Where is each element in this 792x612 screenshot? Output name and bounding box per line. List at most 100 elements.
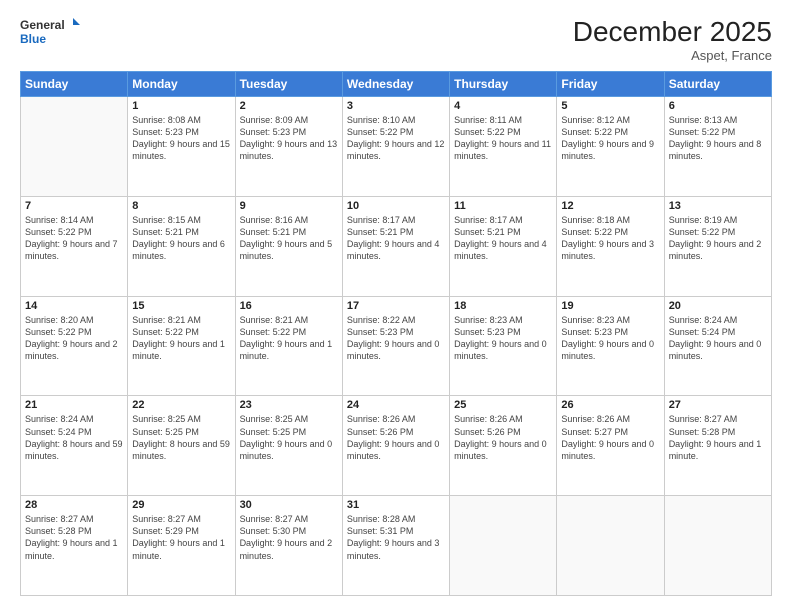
day-number: 9 — [240, 200, 338, 212]
table-row: 18 Sunrise: 8:23 AMSunset: 5:23 PMDaylig… — [450, 296, 557, 396]
logo-svg: General Blue — [20, 16, 80, 48]
day-info: Sunrise: 8:26 AMSunset: 5:26 PMDaylight:… — [347, 413, 445, 462]
day-number: 30 — [240, 499, 338, 511]
day-info: Sunrise: 8:25 AMSunset: 5:25 PMDaylight:… — [240, 413, 338, 462]
col-sunday: Sunday — [21, 72, 128, 97]
day-number: 24 — [347, 399, 445, 411]
month-title: December 2025 — [573, 16, 772, 48]
day-info: Sunrise: 8:19 AMSunset: 5:22 PMDaylight:… — [669, 214, 767, 263]
day-number: 31 — [347, 499, 445, 511]
day-info: Sunrise: 8:23 AMSunset: 5:23 PMDaylight:… — [454, 314, 552, 363]
table-row — [450, 496, 557, 596]
day-info: Sunrise: 8:28 AMSunset: 5:31 PMDaylight:… — [347, 513, 445, 562]
day-info: Sunrise: 8:27 AMSunset: 5:30 PMDaylight:… — [240, 513, 338, 562]
table-row: 19 Sunrise: 8:23 AMSunset: 5:23 PMDaylig… — [557, 296, 664, 396]
table-row — [664, 496, 771, 596]
day-number: 21 — [25, 399, 123, 411]
day-number: 8 — [132, 200, 230, 212]
day-number: 13 — [669, 200, 767, 212]
day-number: 19 — [561, 300, 659, 312]
day-number: 18 — [454, 300, 552, 312]
day-info: Sunrise: 8:22 AMSunset: 5:23 PMDaylight:… — [347, 314, 445, 363]
table-row: 5 Sunrise: 8:12 AMSunset: 5:22 PMDayligh… — [557, 97, 664, 197]
day-number: 10 — [347, 200, 445, 212]
day-number: 14 — [25, 300, 123, 312]
day-number: 17 — [347, 300, 445, 312]
table-row: 29 Sunrise: 8:27 AMSunset: 5:29 PMDaylig… — [128, 496, 235, 596]
table-row: 20 Sunrise: 8:24 AMSunset: 5:24 PMDaylig… — [664, 296, 771, 396]
table-row: 30 Sunrise: 8:27 AMSunset: 5:30 PMDaylig… — [235, 496, 342, 596]
day-number: 6 — [669, 100, 767, 112]
day-info: Sunrise: 8:24 AMSunset: 5:24 PMDaylight:… — [669, 314, 767, 363]
table-row: 12 Sunrise: 8:18 AMSunset: 5:22 PMDaylig… — [557, 196, 664, 296]
table-row — [557, 496, 664, 596]
title-block: December 2025 Aspet, France — [573, 16, 772, 63]
day-number: 23 — [240, 399, 338, 411]
calendar-row: 7 Sunrise: 8:14 AMSunset: 5:22 PMDayligh… — [21, 196, 772, 296]
day-number: 3 — [347, 100, 445, 112]
day-info: Sunrise: 8:21 AMSunset: 5:22 PMDaylight:… — [240, 314, 338, 363]
svg-text:General: General — [20, 18, 65, 32]
calendar-row: 28 Sunrise: 8:27 AMSunset: 5:28 PMDaylig… — [21, 496, 772, 596]
header: General Blue December 2025 Aspet, France — [20, 16, 772, 63]
day-info: Sunrise: 8:08 AMSunset: 5:23 PMDaylight:… — [132, 114, 230, 163]
day-number: 22 — [132, 399, 230, 411]
table-row: 24 Sunrise: 8:26 AMSunset: 5:26 PMDaylig… — [342, 396, 449, 496]
col-tuesday: Tuesday — [235, 72, 342, 97]
table-row: 13 Sunrise: 8:19 AMSunset: 5:22 PMDaylig… — [664, 196, 771, 296]
col-monday: Monday — [128, 72, 235, 97]
table-row: 4 Sunrise: 8:11 AMSunset: 5:22 PMDayligh… — [450, 97, 557, 197]
table-row: 8 Sunrise: 8:15 AMSunset: 5:21 PMDayligh… — [128, 196, 235, 296]
day-info: Sunrise: 8:16 AMSunset: 5:21 PMDaylight:… — [240, 214, 338, 263]
table-row: 17 Sunrise: 8:22 AMSunset: 5:23 PMDaylig… — [342, 296, 449, 396]
table-row: 1 Sunrise: 8:08 AMSunset: 5:23 PMDayligh… — [128, 97, 235, 197]
table-row: 16 Sunrise: 8:21 AMSunset: 5:22 PMDaylig… — [235, 296, 342, 396]
day-info: Sunrise: 8:18 AMSunset: 5:22 PMDaylight:… — [561, 214, 659, 263]
day-number: 11 — [454, 200, 552, 212]
day-number: 27 — [669, 399, 767, 411]
day-info: Sunrise: 8:10 AMSunset: 5:22 PMDaylight:… — [347, 114, 445, 163]
day-number: 20 — [669, 300, 767, 312]
table-row: 23 Sunrise: 8:25 AMSunset: 5:25 PMDaylig… — [235, 396, 342, 496]
day-info: Sunrise: 8:26 AMSunset: 5:27 PMDaylight:… — [561, 413, 659, 462]
day-number: 4 — [454, 100, 552, 112]
table-row: 25 Sunrise: 8:26 AMSunset: 5:26 PMDaylig… — [450, 396, 557, 496]
calendar-table: Sunday Monday Tuesday Wednesday Thursday… — [20, 71, 772, 596]
table-row: 26 Sunrise: 8:26 AMSunset: 5:27 PMDaylig… — [557, 396, 664, 496]
table-row: 27 Sunrise: 8:27 AMSunset: 5:28 PMDaylig… — [664, 396, 771, 496]
table-row: 9 Sunrise: 8:16 AMSunset: 5:21 PMDayligh… — [235, 196, 342, 296]
day-number: 26 — [561, 399, 659, 411]
table-row: 15 Sunrise: 8:21 AMSunset: 5:22 PMDaylig… — [128, 296, 235, 396]
day-info: Sunrise: 8:26 AMSunset: 5:26 PMDaylight:… — [454, 413, 552, 462]
table-row: 10 Sunrise: 8:17 AMSunset: 5:21 PMDaylig… — [342, 196, 449, 296]
location: Aspet, France — [573, 48, 772, 63]
calendar-row: 14 Sunrise: 8:20 AMSunset: 5:22 PMDaylig… — [21, 296, 772, 396]
day-info: Sunrise: 8:15 AMSunset: 5:21 PMDaylight:… — [132, 214, 230, 263]
table-row: 22 Sunrise: 8:25 AMSunset: 5:25 PMDaylig… — [128, 396, 235, 496]
table-row: 6 Sunrise: 8:13 AMSunset: 5:22 PMDayligh… — [664, 97, 771, 197]
day-info: Sunrise: 8:27 AMSunset: 5:28 PMDaylight:… — [25, 513, 123, 562]
table-row: 11 Sunrise: 8:17 AMSunset: 5:21 PMDaylig… — [450, 196, 557, 296]
calendar-page: General Blue December 2025 Aspet, France… — [0, 0, 792, 612]
day-number: 12 — [561, 200, 659, 212]
col-saturday: Saturday — [664, 72, 771, 97]
table-row: 31 Sunrise: 8:28 AMSunset: 5:31 PMDaylig… — [342, 496, 449, 596]
day-number: 7 — [25, 200, 123, 212]
day-info: Sunrise: 8:17 AMSunset: 5:21 PMDaylight:… — [454, 214, 552, 263]
calendar-row: 21 Sunrise: 8:24 AMSunset: 5:24 PMDaylig… — [21, 396, 772, 496]
day-number: 15 — [132, 300, 230, 312]
calendar-row: 1 Sunrise: 8:08 AMSunset: 5:23 PMDayligh… — [21, 97, 772, 197]
day-number: 16 — [240, 300, 338, 312]
col-wednesday: Wednesday — [342, 72, 449, 97]
col-friday: Friday — [557, 72, 664, 97]
day-number: 1 — [132, 100, 230, 112]
table-row: 28 Sunrise: 8:27 AMSunset: 5:28 PMDaylig… — [21, 496, 128, 596]
logo: General Blue — [20, 16, 80, 48]
day-info: Sunrise: 8:21 AMSunset: 5:22 PMDaylight:… — [132, 314, 230, 363]
day-number: 25 — [454, 399, 552, 411]
table-row: 21 Sunrise: 8:24 AMSunset: 5:24 PMDaylig… — [21, 396, 128, 496]
day-info: Sunrise: 8:09 AMSunset: 5:23 PMDaylight:… — [240, 114, 338, 163]
day-info: Sunrise: 8:24 AMSunset: 5:24 PMDaylight:… — [25, 413, 123, 462]
table-row — [21, 97, 128, 197]
calendar-header-row: Sunday Monday Tuesday Wednesday Thursday… — [21, 72, 772, 97]
